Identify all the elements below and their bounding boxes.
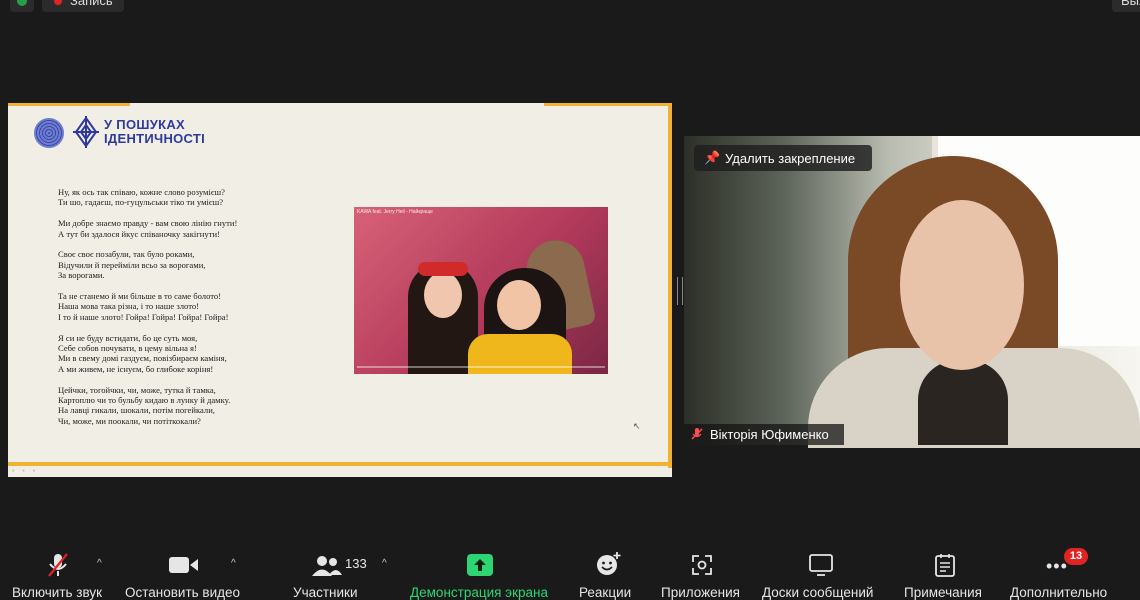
share-screen-button-label[interactable]: Демонстрация экрана <box>410 585 548 600</box>
poem-stanza: Та не станемо й ми більше в то саме боло… <box>58 291 229 322</box>
apps-icon[interactable] <box>691 554 713 576</box>
participants-options-caret[interactable]: ^ <box>382 558 387 569</box>
share-screen-icon[interactable] <box>467 554 493 576</box>
whiteboards-button-label[interactable]: Доски сообщений <box>762 585 873 600</box>
participant-face <box>900 200 1024 370</box>
reactions-button-label[interactable]: Реакции <box>579 585 631 600</box>
mute-button-label[interactable]: Включить звук <box>12 585 102 600</box>
resize-handle[interactable] <box>677 277 683 305</box>
slide-accent-line <box>8 103 130 106</box>
muted-mic-icon <box>691 428 703 440</box>
poem-stanza: Цейчки, тогойчки, чи, може, тутка й тамк… <box>58 384 231 426</box>
cursor-icon: ↖ <box>633 421 641 431</box>
participants-button-label[interactable]: Участники <box>293 585 358 600</box>
notification-badge: 13 <box>1064 548 1088 565</box>
slide-accent-line <box>544 103 672 106</box>
video-title: KAWA feat. Jerry Heil - Найкраще <box>357 209 433 215</box>
logo-line: У ПОШУКАХ <box>104 117 185 132</box>
poem-text: Ну, як ось так співаю, кожне слово розум… <box>58 187 308 437</box>
muted-microphone-icon[interactable] <box>46 552 70 578</box>
apps-button-label[interactable]: Приложения <box>661 585 740 600</box>
singer-right-face <box>497 280 541 330</box>
unpin-label: Удалить закрепление <box>725 151 856 166</box>
flower-crown-image <box>418 262 468 276</box>
slide-border <box>668 103 672 468</box>
participant-name: Вікторія Юфименко <box>710 427 829 442</box>
participant-top <box>918 360 1008 445</box>
audio-options-caret[interactable]: ^ <box>97 558 102 569</box>
slide-border <box>8 462 672 466</box>
participants-icon[interactable] <box>312 555 342 577</box>
poem-stanza: Я си не буду встидати, бо це суть моя, С… <box>58 332 227 374</box>
video-progress-bar[interactable] <box>357 366 605 368</box>
participants-count: 133 <box>345 556 367 571</box>
recording-label: Запись <box>70 0 113 8</box>
video-options-caret[interactable]: ^ <box>231 558 236 569</box>
poem-stanza: Ну, як ось так співаю, кожне слово розум… <box>58 187 225 208</box>
singer-left-face <box>424 272 462 318</box>
whiteboard-icon[interactable] <box>809 554 833 576</box>
reactions-icon[interactable] <box>596 552 622 576</box>
slide-logo-title: У ПОШУКАХ ІДЕНТИЧНОСТІ <box>104 118 205 146</box>
slide-nav-dots-icon: • • • <box>12 468 39 475</box>
exit-label: Выход <box>1121 0 1140 8</box>
notes-button-label[interactable]: Примечания <box>904 585 982 600</box>
poem-stanza: Своє своє позабули, так було роками, Від… <box>58 249 206 281</box>
globe-logo-icon <box>34 118 64 148</box>
more-button-label[interactable]: Дополнительно <box>1010 585 1107 600</box>
pin-icon: 📌 <box>704 150 721 165</box>
video-camera-icon[interactable] <box>169 556 199 574</box>
poem-stanza: Ми добре знаємо правду - вам свою лінію … <box>58 218 238 239</box>
ornament-logo-icon <box>73 116 99 148</box>
yellow-shirt-image <box>468 334 572 374</box>
logo-line: ІДЕНТИЧНОСТІ <box>104 131 206 146</box>
video-button-label[interactable]: Остановить видео <box>125 585 240 600</box>
notes-icon[interactable] <box>935 553 955 577</box>
